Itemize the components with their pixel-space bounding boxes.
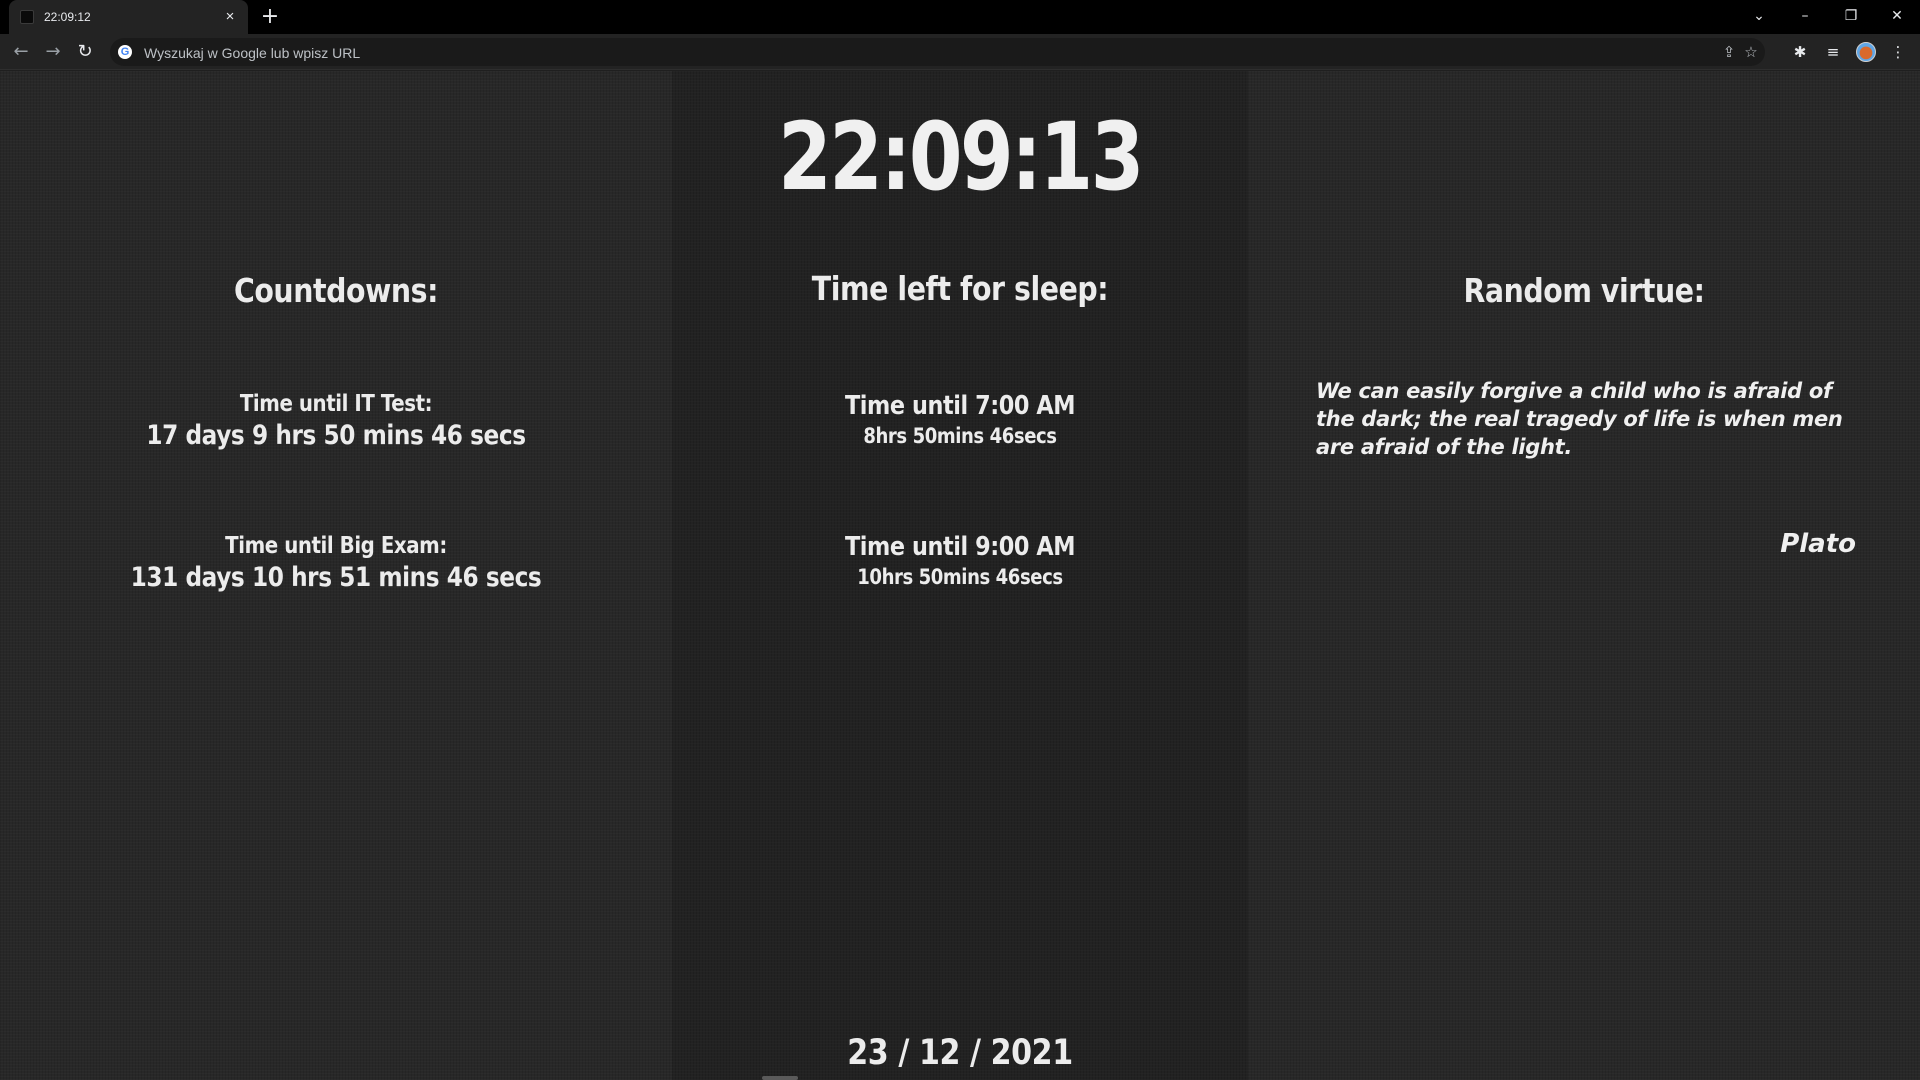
sleep-alarm-label: Time until 9:00 AM [844,532,1076,562]
new-tab-button[interactable]: + [258,5,282,29]
close-window-icon[interactable]: ✕ [1882,3,1912,29]
sleep-alarm-label: Time until 7:00 AM [844,391,1076,421]
tab-search-icon[interactable]: ⌄ [1744,3,1774,29]
countdown-label: Time until Big Exam: [225,533,447,559]
bookmark-star-icon[interactable]: ☆ [1740,41,1762,63]
tab-close-icon[interactable]: × [220,7,240,27]
countdown-value: 17 days 9 hrs 50 mins 46 secs [146,420,526,451]
back-icon[interactable]: ← [9,40,33,64]
virtue-column: Random virtue: We can easily forgive a c… [1248,71,1920,1080]
profile-avatar[interactable] [1856,42,1876,62]
clock-time: 22:09:13 [778,103,1144,212]
countdowns-title: Countdowns: [233,271,439,310]
current-date: 23 / 12 / 2021 [847,1033,1073,1073]
countdowns-column: Countdowns: Time until IT Test: 17 days … [0,71,672,1080]
reading-list-icon[interactable]: ≡ [1821,40,1845,64]
scroll-indicator [762,1076,798,1080]
share-icon[interactable]: ⇪ [1718,41,1740,63]
sleep-alarm-value: 10hrs 50mins 46secs [857,565,1063,589]
countdown-value: 131 days 10 hrs 51 mins 46 secs [130,562,542,593]
tab-title: 22:09:12 [44,10,91,24]
browser-toolbar: ← → ↻ G ⇪ ☆ ✱ ≡ ⋮ [0,34,1920,70]
countdown-label: Time until IT Test: [239,391,433,417]
address-bar[interactable]: G ⇪ ☆ [110,38,1765,66]
dashboard-page: Countdowns: Time until IT Test: 17 days … [0,71,1920,1080]
browser-tab[interactable]: 22:09:12 × [9,0,248,34]
sleep-column: 22:09:13 Time left for sleep: Time until… [672,71,1248,1080]
extensions-icon[interactable]: ✱ [1788,40,1812,64]
virtue-title: Random virtue: [1463,271,1705,310]
minimize-icon[interactable]: – [1790,3,1820,29]
tab-favicon-icon [20,10,34,24]
browser-tab-bar: 22:09:12 × + ⌄ – ❐ ✕ [0,0,1920,34]
forward-icon[interactable]: → [41,40,65,64]
reload-icon[interactable]: ↻ [73,40,97,64]
menu-icon[interactable]: ⋮ [1886,40,1910,64]
virtue-quote: We can easily forgive a child who is afr… [1316,379,1843,459]
sleep-title: Time left for sleep: [811,269,1109,308]
address-input[interactable] [142,41,1686,65]
virtue-author: Plato [1780,529,1856,559]
google-icon: G [118,45,132,59]
restore-icon[interactable]: ❐ [1836,3,1866,29]
sleep-alarm-value: 8hrs 50mins 46secs [863,424,1057,448]
